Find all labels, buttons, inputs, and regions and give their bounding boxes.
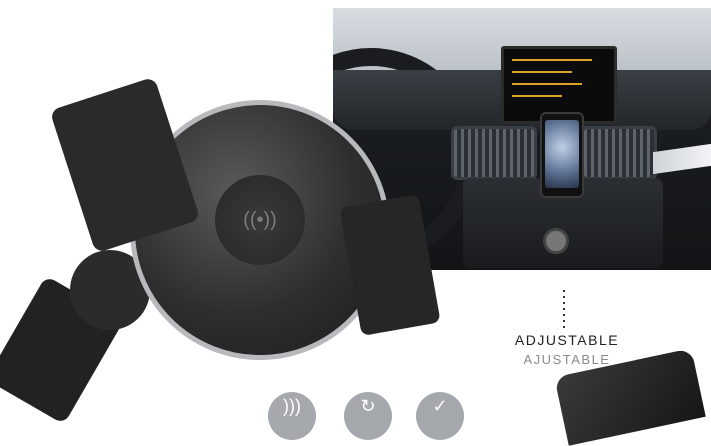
callout-line: [563, 290, 565, 332]
wireless-charging-icon: ((•)): [215, 175, 305, 265]
console-knob: [543, 228, 569, 254]
air-vent-right: [581, 126, 657, 180]
car-mount-product: ((•)): [0, 76, 470, 425]
dashboard-trim: [653, 143, 711, 175]
check-icon: ✓: [416, 392, 464, 440]
mounted-phone: [540, 112, 584, 198]
screen-line: [512, 95, 562, 97]
screen-line: [512, 71, 572, 73]
screen-line: [512, 83, 582, 85]
phone-screen: [545, 120, 579, 188]
screen-line: [512, 59, 592, 61]
wireless-icon: ))): [268, 392, 316, 440]
adjustable-label: ADJUSTABLE: [514, 332, 620, 348]
product-banner: ((•)) ADJUSTABLE AJUSTABLE ))) ↻ ✓: [0, 0, 711, 446]
rotate-icon: ↻: [344, 392, 392, 440]
